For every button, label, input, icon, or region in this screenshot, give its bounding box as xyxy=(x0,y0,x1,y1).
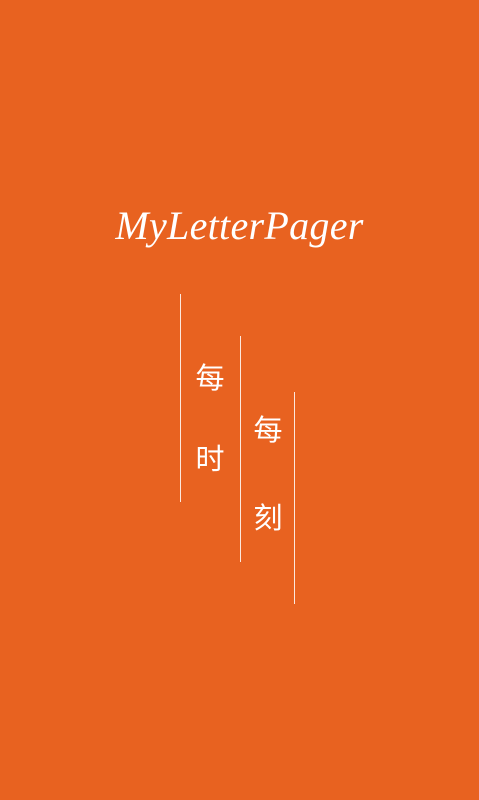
decorative-divider-middle xyxy=(240,336,241,562)
slogan-char: 每 xyxy=(253,413,283,447)
splash-screen: MyLetterPager 每 时 每 刻 xyxy=(0,0,479,800)
slogan-char: 刻 xyxy=(253,501,283,535)
decorative-divider-right xyxy=(294,392,295,604)
slogan-column-1: 每 时 xyxy=(190,358,230,479)
slogan-char: 每 xyxy=(195,361,225,395)
slogan-column-2: 每 刻 xyxy=(248,410,288,538)
decorative-divider-left xyxy=(180,294,181,502)
slogan-char: 时 xyxy=(195,442,225,476)
app-title: MyLetterPager xyxy=(115,203,364,248)
